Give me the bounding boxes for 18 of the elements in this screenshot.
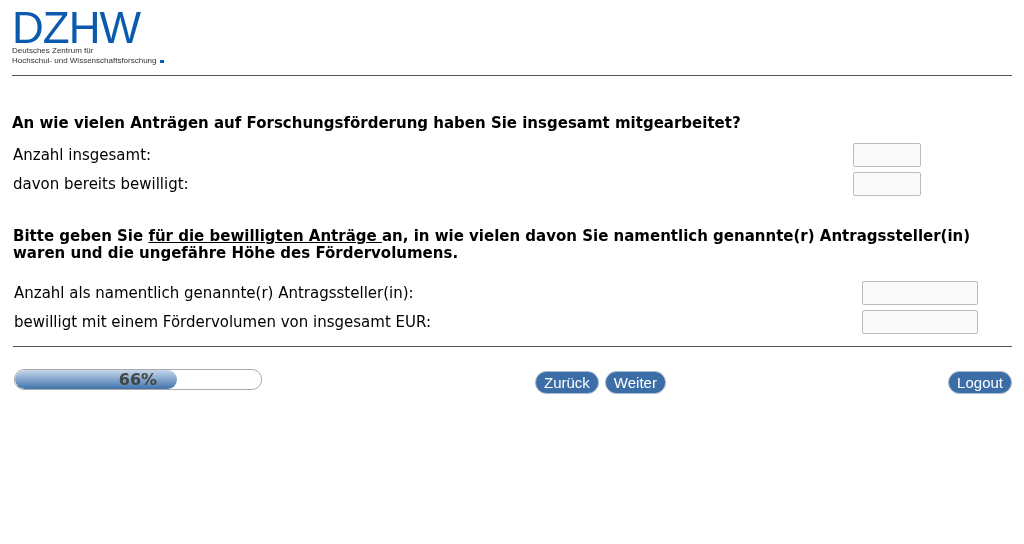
question-text: An wie vielen Anträgen auf Forschungsförderung haben Sie insgesamt mitgearbeitet? — [12, 115, 742, 132]
logo-subtitle: Deutsches Zentrum für — [12, 46, 94, 56]
progress-reading: 66% — [117, 370, 159, 389]
field-label: Anzahl als namentlich genannte(r) Antragssteller(in): — [14, 283, 414, 302]
nav-button[interactable]: Weiter — [604, 371, 666, 394]
field-label: bewilligt mit einem Fördervolumen von insgesamt EUR: — [14, 312, 432, 331]
input-field[interactable] — [862, 309, 978, 334]
input-field[interactable] — [853, 171, 921, 196]
logo-wordmark: DZHW — [12, 10, 140, 46]
field-label: davon bereits bewilligt: — [13, 174, 189, 193]
nav-button[interactable]: Zurück — [535, 371, 599, 394]
logout-button[interactable]: Logout — [948, 371, 1012, 394]
input-field[interactable] — [862, 280, 978, 305]
field-label: Anzahl insgesamt: — [13, 145, 152, 164]
input-field[interactable] — [853, 142, 921, 167]
logo-subtitle: Hochschul- und Wissenschaftsforschung — [12, 56, 157, 66]
question-text: Bitte geben Sie für die bewilligten Anträge an, in wie vielen davon Sie namentlich genannte(r) Antragssteller(in) waren und die ungefähre Höhe des Fördervolumens. — [13, 228, 972, 262]
logo-mark-icon — [159, 59, 164, 63]
